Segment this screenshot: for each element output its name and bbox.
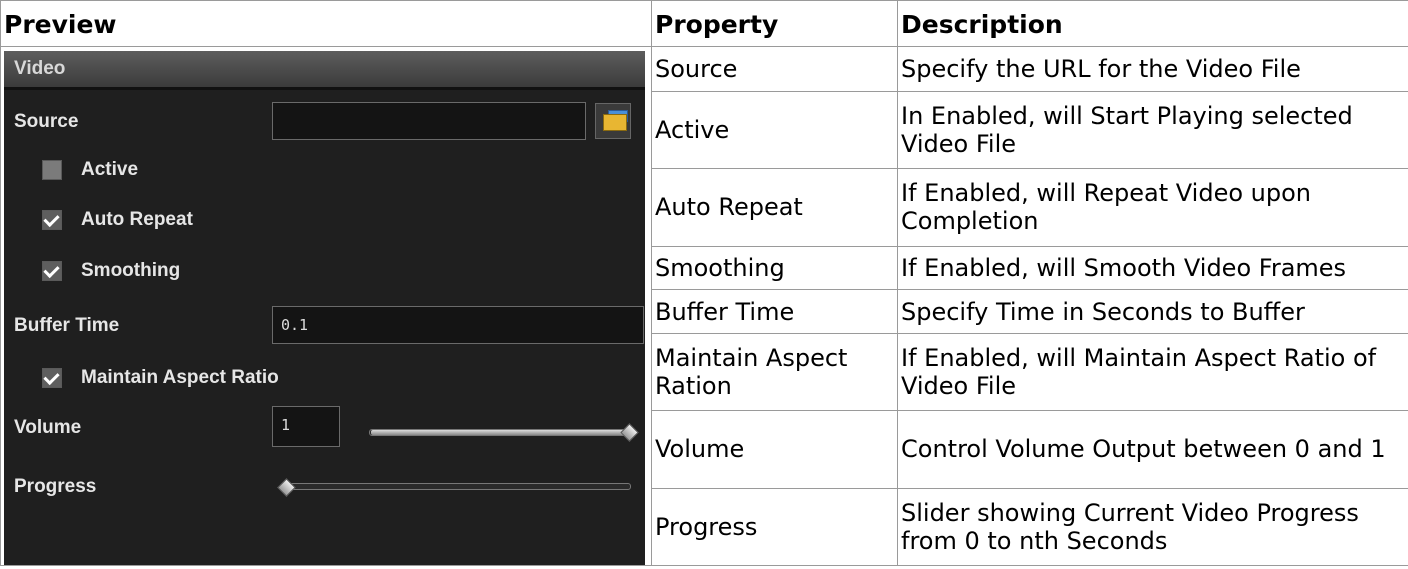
progress-label: Progress xyxy=(14,476,97,497)
header-preview: Preview xyxy=(0,0,652,47)
volume-slider-handle[interactable] xyxy=(620,423,639,442)
progress-slider-handle[interactable] xyxy=(277,478,296,497)
maintain-aspect-ratio-label: Maintain Aspect Ratio xyxy=(81,367,279,388)
volume-slider-track[interactable] xyxy=(369,429,631,436)
auto-repeat-checkbox[interactable] xyxy=(42,210,62,230)
property-cell: Active xyxy=(651,90,898,170)
checkmark-icon xyxy=(43,368,60,386)
buffer-time-input[interactable]: 0.1 xyxy=(272,306,644,344)
video-properties-panel: Video Source Active Auto Repeat Smoothin… xyxy=(4,51,645,565)
description-cell: If Enabled, will Repeat Video upon Compl… xyxy=(897,168,1408,247)
description-cell: If Enabled, will Maintain Aspect Ratio o… xyxy=(897,332,1408,412)
property-cell: Buffer Time xyxy=(651,289,898,334)
property-cell: Progress xyxy=(651,487,898,567)
description-cell: Control Volume Output between 0 and 1 xyxy=(897,410,1408,489)
description-cell: Slider showing Current Video Progress fr… xyxy=(897,487,1408,567)
active-label: Active xyxy=(81,159,139,180)
active-checkbox[interactable] xyxy=(42,160,62,180)
maintain-aspect-ratio-checkbox[interactable] xyxy=(42,368,62,388)
table-row: Video Source Active Auto Repeat Smoothin… xyxy=(0,46,1408,566)
source-label: Source xyxy=(14,111,79,132)
checkmark-icon xyxy=(43,261,60,279)
checkmark-icon xyxy=(43,210,60,228)
source-input[interactable] xyxy=(272,102,586,140)
progress-slider-track[interactable] xyxy=(284,483,631,490)
volume-input[interactable]: 1 xyxy=(272,406,340,447)
properties-table: Preview Property Description Video Sourc… xyxy=(0,0,1408,567)
header-row: Preview Property Description xyxy=(0,0,1408,47)
preview-cell: Video Source Active Auto Repeat Smoothin… xyxy=(0,46,652,566)
auto-repeat-label: Auto Repeat xyxy=(81,209,193,230)
folder-icon xyxy=(603,114,627,131)
smoothing-checkbox[interactable] xyxy=(42,261,62,281)
smoothing-label: Smoothing xyxy=(81,260,181,281)
property-cell: Volume xyxy=(651,410,898,489)
property-cell: Source xyxy=(651,46,898,92)
property-cell: Maintain Aspect Ration xyxy=(651,332,898,412)
property-cell: Smoothing xyxy=(651,245,898,291)
panel-title: Video xyxy=(4,51,645,90)
description-cell: In Enabled, will Start Playing selected … xyxy=(897,90,1408,170)
browse-button[interactable] xyxy=(595,103,631,139)
header-description: Description xyxy=(897,0,1408,47)
volume-label: Volume xyxy=(14,417,82,438)
header-property: Property xyxy=(651,0,898,47)
description-cell: Specify Time in Seconds to Buffer xyxy=(897,289,1408,334)
buffer-time-label: Buffer Time xyxy=(14,315,120,336)
description-cell: If Enabled, will Smooth Video Frames xyxy=(897,245,1408,291)
property-cell: Auto Repeat xyxy=(651,168,898,247)
volume-slider-fill xyxy=(371,430,629,435)
description-cell: Specify the URL for the Video File xyxy=(897,46,1408,92)
